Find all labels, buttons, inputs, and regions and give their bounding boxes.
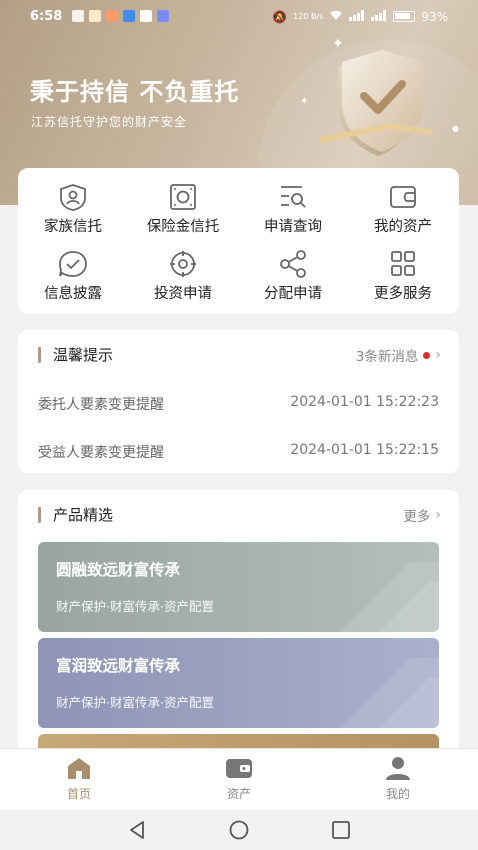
- shield-check-icon: [320, 50, 433, 156]
- notice-item[interactable]: 委托人要素变更提醒 2024-01-01 15:22:23: [38, 394, 439, 418]
- wallet-icon: [390, 186, 416, 208]
- notice-card: 温馨提示 3条新消息 › 委托人要素变更提醒 2024-01-01 15:22:…: [18, 330, 459, 473]
- product-name: 富润致远财富传承: [56, 657, 181, 675]
- app-notification-icon: [157, 10, 169, 22]
- product-decoration: [339, 562, 439, 632]
- tab-home[interactable]: 首页: [34, 755, 124, 802]
- signal-icon: [371, 9, 387, 24]
- user-icon: [386, 757, 410, 780]
- notice-title-text: 温馨提示: [53, 346, 114, 364]
- query-icon: [281, 186, 306, 208]
- service-apply-query[interactable]: 申请查询: [238, 182, 348, 236]
- tab-assets[interactable]: 资产: [194, 755, 284, 802]
- wifi-icon: [329, 9, 343, 24]
- battery-percent: 93%: [421, 9, 448, 24]
- product-card[interactable]: 圆融致远财富传承 财产保护·财富传承·资产配置: [38, 542, 439, 632]
- family-trust-icon: [60, 184, 86, 211]
- app-notification-icon: [89, 10, 101, 22]
- status-time: 6:58: [30, 9, 63, 24]
- bell-mute-icon: 🔕: [272, 9, 288, 24]
- share-icon: [280, 250, 306, 278]
- signal-icon: [349, 9, 365, 24]
- service-label: 信息披露: [44, 286, 102, 302]
- product-name: 圆融致远财富传承: [56, 561, 181, 579]
- sparkle-icon: ●: [452, 124, 459, 133]
- battery-icon: [393, 11, 416, 22]
- chevron-right-icon: ›: [435, 347, 441, 363]
- service-label: 申请查询: [264, 219, 322, 235]
- sparkle-icon: ✦: [300, 96, 309, 107]
- section-bar: [38, 346, 41, 363]
- app-notification-icon: [72, 10, 84, 22]
- invest-icon: [170, 251, 196, 277]
- product-tags: 财产保护·财富传承·资产配置: [56, 599, 214, 614]
- product-tags: 财产保护·财富传承·资产配置: [56, 695, 214, 710]
- product-decoration: [339, 658, 439, 728]
- products-title-text: 产品精选: [53, 506, 114, 524]
- service-my-assets[interactable]: 我的资产: [348, 182, 458, 236]
- product-card[interactable]: 富润致远财富传承 财产保护·财富传承·资产配置: [38, 638, 439, 728]
- home-icon: [68, 758, 90, 779]
- bottom-tab-bar: 首页 资产 我的: [0, 748, 478, 810]
- service-family-trust[interactable]: 家族信托: [18, 182, 128, 236]
- service-label: 家族信托: [44, 219, 102, 235]
- status-right: 🔕 120 B/s 93%: [272, 9, 448, 24]
- service-more[interactable]: 更多服务: [348, 249, 458, 303]
- notice-text: 委托人要素变更提醒: [38, 397, 164, 413]
- back-icon[interactable]: [125, 818, 149, 842]
- notification-icons: [72, 10, 169, 22]
- products-title: 产品精选: [38, 504, 113, 525]
- products-card: 产品精选 更多 › 圆融致远财富传承 财产保护·财富传承·资产配置 富润致远财富…: [18, 490, 459, 760]
- tab-label: 我的: [385, 787, 410, 801]
- chevron-right-icon: ›: [435, 507, 441, 523]
- app-notification-icon: [123, 10, 135, 22]
- grid-icon: [391, 251, 415, 276]
- new-messages-link[interactable]: 3条新消息 ›: [356, 345, 441, 365]
- service-label: 更多服务: [374, 286, 432, 302]
- insurance-trust-icon: [170, 184, 196, 210]
- unread-dot: [423, 351, 431, 359]
- net-speed: 120 B/s: [293, 11, 324, 21]
- services-card: 家族信托 保险金信托 申请查询 我的资产 信息披露 投资申请 分配申请 更多服务: [18, 168, 459, 314]
- service-invest-apply[interactable]: 投资申请: [128, 249, 238, 303]
- tab-label: 资产: [226, 787, 251, 801]
- app-notification-icon: [140, 10, 152, 22]
- hero-subtitle: 江苏信托守护您的财产安全: [31, 115, 188, 129]
- products-more-link[interactable]: 更多 ›: [403, 505, 441, 525]
- notice-text: 受益人要素变更提醒: [38, 445, 164, 461]
- disclosure-icon: [59, 251, 87, 277]
- notice-time: 2024-01-01 15:22:23: [290, 394, 439, 410]
- service-info-disclosure[interactable]: 信息披露: [18, 249, 128, 303]
- service-label: 保险金信托: [146, 219, 220, 235]
- tab-label: 首页: [66, 787, 91, 801]
- home-circle-icon[interactable]: [227, 818, 251, 842]
- app-notification-icon: [106, 10, 118, 22]
- service-label: 投资申请: [154, 286, 212, 302]
- service-label: 我的资产: [374, 219, 432, 235]
- more-text: 更多: [403, 509, 431, 525]
- notice-time: 2024-01-01 15:22:15: [290, 442, 439, 458]
- service-insurance-trust[interactable]: 保险金信托: [128, 182, 238, 236]
- service-label: 分配申请: [264, 286, 322, 302]
- new-messages-count: 3条新消息: [355, 349, 419, 365]
- system-nav-bar: [0, 810, 478, 850]
- tab-mine[interactable]: 我的: [353, 755, 443, 802]
- recents-icon[interactable]: [329, 818, 353, 842]
- hero-slogan: 秉于持信 不负重托: [30, 77, 240, 106]
- section-bar: [38, 506, 41, 523]
- service-distribution-apply[interactable]: 分配申请: [238, 249, 348, 303]
- notice-item[interactable]: 受益人要素变更提醒 2024-01-01 15:22:15: [38, 442, 439, 466]
- wallet-icon: [226, 759, 252, 778]
- status-bar: 6:58 🔕 120 B/s 93%: [0, 0, 478, 36]
- notice-title: 温馨提示: [38, 344, 113, 365]
